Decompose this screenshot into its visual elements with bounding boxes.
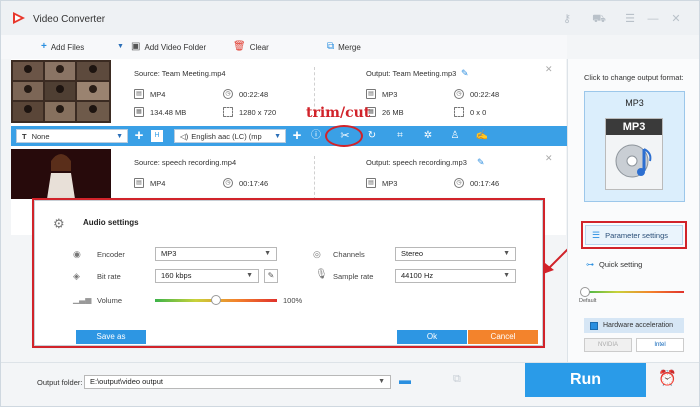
video-thumbnail[interactable] — [11, 149, 111, 199]
title-bar: Video Converter ⚷ ⛟ ☰ — ✕ — [1, 1, 699, 35]
nvidia-badge[interactable]: NVIDIA — [584, 338, 632, 352]
rotate-icon[interactable]: ↻ — [365, 129, 379, 143]
quick-setting-label: ⊶ Quick setting — [586, 260, 643, 269]
right-panel: Click to change output format: MP3 MP3 ☰… — [567, 59, 699, 364]
size-icon: ▦ — [134, 107, 144, 117]
subtitle-dropdown[interactable]: T None ▼ — [16, 129, 128, 143]
run-button[interactable]: Run — [525, 363, 646, 397]
disc-icon — [615, 144, 652, 178]
merge-icon: ⧉ — [327, 41, 335, 52]
app-title: Video Converter — [33, 14, 106, 25]
hardware-acceleration-toggle[interactable]: Hardware acceleration — [584, 318, 684, 333]
output-format-card[interactable]: MP3 MP3 — [584, 91, 685, 202]
resolution-icon — [223, 107, 233, 117]
add-video-folder-button[interactable]: ▣ Add Video Folder — [131, 42, 206, 52]
video-thumbnail[interactable] — [11, 60, 111, 123]
file-row[interactable]: Source: speech recording.mp4 ▤ MP4 ◷ 00:17… — [11, 148, 566, 200]
clear-button[interactable]: 🗑 Clear — [233, 42, 269, 52]
crop-icon[interactable]: ⌗ — [393, 129, 407, 143]
source-filename: Source: speech recording.mp4 — [134, 158, 237, 167]
mp3-file-icon: MP3 — [605, 118, 663, 190]
app-window: Video Converter ⚷ ⛟ ☰ — ✕ + Add Files ▼ … — [0, 0, 700, 407]
main-toolbar: + Add Files ▼ ▣ Add Video Folder 🗑 Clear… — [1, 35, 567, 59]
app-logo-icon — [13, 12, 25, 24]
quality-slider-thumb[interactable] — [580, 287, 590, 297]
menu-icon[interactable]: ☰ — [623, 12, 637, 26]
output-filename: Output: speech recording.mp3 — [366, 158, 467, 167]
clock-icon: ◷ — [454, 178, 464, 188]
watermark-icon[interactable]: ♙ — [448, 129, 462, 143]
chevron-down-icon[interactable]: ▼ — [117, 43, 124, 50]
open-folder-icon[interactable]: ▬ — [399, 373, 411, 387]
trim-annotation-label: trim/cut — [306, 105, 371, 121]
quality-slider[interactable] — [584, 291, 684, 293]
output-format-hint: Click to change output format: — [584, 73, 684, 82]
effects-icon[interactable]: ✲ — [421, 129, 435, 143]
output-filename: Output: Team Meeting.mp3 — [366, 69, 457, 78]
edit-toolbar: T None ▼ + H ◁) English aac (LC) (mp ▼ +… — [11, 126, 567, 146]
chevron-down-icon: ▼ — [274, 133, 281, 140]
add-audio-button[interactable]: + — [289, 128, 305, 144]
subtitle-edit-icon[interactable]: ✍ — [475, 129, 489, 143]
chevron-down-icon: ▼ — [378, 378, 385, 385]
quality-default-label: Default — [579, 298, 597, 304]
file-row[interactable]: Source: Team Meeting.mp4 ▤ MP4 ◷ 00:22:48 … — [11, 59, 566, 125]
minimize-icon[interactable]: — — [646, 12, 660, 26]
clock-icon: ◷ — [454, 89, 464, 99]
output-format-name: MP3 — [625, 98, 644, 108]
plus-icon: + — [41, 41, 47, 52]
cart-icon[interactable]: ⛟ — [592, 12, 606, 26]
info-icon[interactable]: ⓘ — [309, 129, 323, 143]
merge-button[interactable]: ⧉ Merge — [327, 42, 361, 52]
text-icon: T — [22, 131, 27, 141]
trim-highlight — [325, 125, 363, 147]
clock-icon: ◷ — [223, 89, 233, 99]
folder-icon: ▣ — [131, 41, 141, 52]
export-icon[interactable]: ⧉ — [453, 373, 461, 386]
trash-icon: 🗑 — [233, 41, 246, 52]
edit-icon[interactable]: ✎ — [461, 68, 469, 79]
source-filename: Source: Team Meeting.mp4 — [134, 69, 226, 78]
output-folder-select[interactable]: E:\output\video output ▼ — [84, 375, 391, 389]
key-icon[interactable]: ⚷ — [560, 12, 574, 26]
speaker-icon: ◁) — [180, 131, 189, 141]
remove-file-icon[interactable]: ✕ — [545, 64, 553, 75]
format-icon: ▤ — [134, 178, 144, 188]
intel-badge[interactable]: Intel — [636, 338, 684, 352]
format-icon: ▤ — [134, 89, 144, 99]
chevron-down-icon: ▼ — [116, 133, 123, 140]
remove-file-icon[interactable]: ✕ — [545, 153, 553, 164]
output-folder-label: Output folder: — [37, 378, 83, 387]
add-subtitle-button[interactable]: + — [131, 128, 147, 144]
audio-track-dropdown[interactable]: ◁) English aac (LC) (mp ▼ — [174, 129, 286, 143]
format-icon: ▤ — [366, 178, 376, 188]
edit-icon[interactable]: ✎ — [477, 157, 485, 168]
arrow-separator — [301, 156, 315, 200]
format-icon: ▤ — [366, 89, 376, 99]
parameter-settings-highlight — [581, 221, 687, 249]
quick-setting-icon: ⊶ — [586, 260, 594, 269]
alarm-clock-icon[interactable]: ⏰ — [658, 369, 677, 387]
close-window-icon[interactable]: ✕ — [669, 12, 683, 26]
hdr-icon[interactable]: H — [151, 130, 163, 142]
resolution-icon — [454, 107, 464, 117]
clock-icon: ◷ — [223, 178, 233, 188]
add-files-button[interactable]: + Add Files — [41, 42, 84, 52]
hardware-acceleration-checkbox[interactable] — [590, 321, 598, 330]
dialog-highlight — [32, 198, 545, 348]
